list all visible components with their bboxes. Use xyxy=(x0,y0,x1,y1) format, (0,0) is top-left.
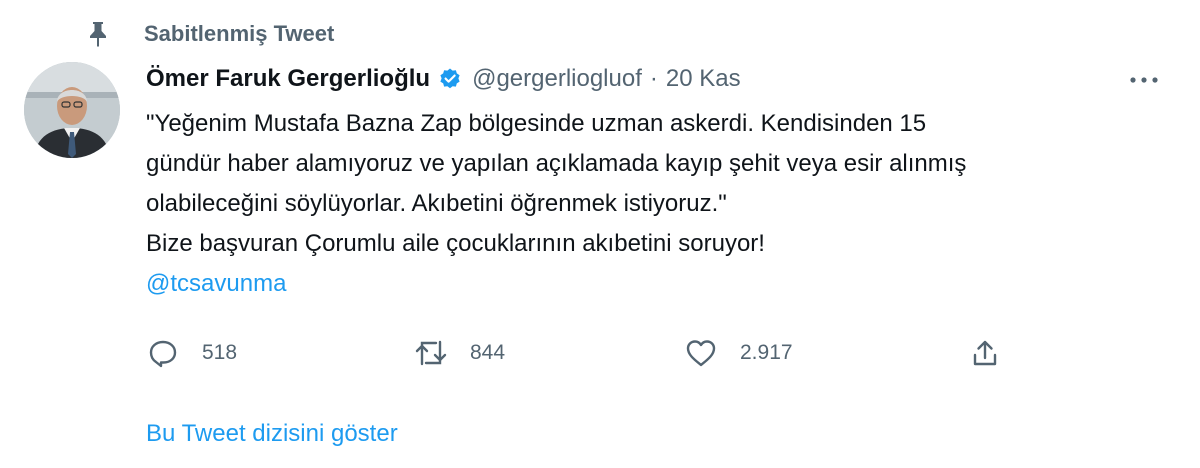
tweet-text-line: olabileceğini söylüyorlar. Akıbetini öğr… xyxy=(146,190,727,217)
tweet-header: Ömer Faruk Gergerlioğlu @gergerliogluof … xyxy=(146,58,741,100)
like-button[interactable]: 2.917 xyxy=(684,330,793,376)
tweet-date[interactable]: 20 Kas xyxy=(666,65,741,93)
show-thread-link[interactable]: Bu Tweet dizisini göster xyxy=(146,420,398,448)
pinned-indicator: Sabitlenmiş Tweet xyxy=(86,16,334,52)
share-icon xyxy=(968,336,1002,370)
more-options-icon[interactable] xyxy=(1126,66,1162,94)
share-button[interactable] xyxy=(968,330,1002,376)
author-name[interactable]: Ömer Faruk Gergerlioğlu xyxy=(146,65,430,93)
tweet-text-line: Bize başvuran Çorumlu aile çocuklarının … xyxy=(146,230,765,257)
tweet-actions: 518 844 2.917 xyxy=(146,330,1046,376)
pin-icon xyxy=(86,19,110,49)
author-handle[interactable]: @gergerliogluof xyxy=(472,65,642,93)
reply-icon xyxy=(146,336,180,370)
reply-count: 518 xyxy=(202,341,238,364)
like-count: 2.917 xyxy=(740,341,793,364)
retweet-count: 844 xyxy=(470,341,506,364)
separator-dot: · xyxy=(649,65,658,92)
retweet-button[interactable]: 844 xyxy=(414,330,505,376)
pinned-label: Sabitlenmiş Tweet xyxy=(144,21,335,46)
tweet-text-line: gündür haber alamıyoruz ve yapılan açıkl… xyxy=(146,150,967,177)
retweet-icon xyxy=(414,336,448,370)
verified-badge-icon xyxy=(438,67,462,91)
heart-icon xyxy=(684,336,718,370)
tweet-text: "Yeğenim Mustafa Bazna Zap bölgesinde uz… xyxy=(146,104,1156,304)
tweet-text-line: "Yeğenim Mustafa Bazna Zap bölgesinde uz… xyxy=(146,110,927,137)
reply-button[interactable]: 518 xyxy=(146,330,237,376)
tweet-card[interactable]: Sabitlenmiş Tweet Ömer Faruk Gergerlioğl… xyxy=(0,0,1200,468)
mention-link[interactable]: @tcsavunma xyxy=(146,264,1156,304)
avatar[interactable] xyxy=(24,62,120,158)
